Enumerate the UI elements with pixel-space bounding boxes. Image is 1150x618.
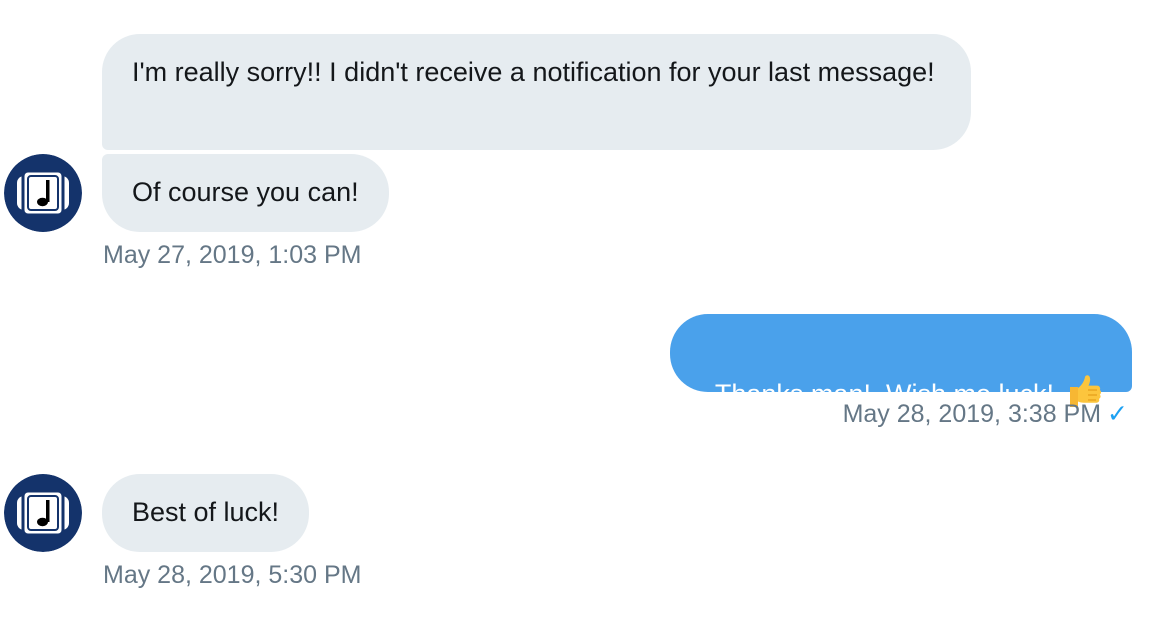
message-timestamp: May 28, 2019, 5:30 PM [103, 561, 362, 589]
message-bubble-received[interactable]: I'm really sorry!! I didn't receive a no… [102, 34, 971, 150]
contact-avatar[interactable] [4, 474, 82, 552]
message-bubble-received[interactable]: Of course you can! [102, 154, 389, 232]
message-bubble-received[interactable]: Best of luck! [102, 474, 310, 552]
read-check-icon: ✓ [1107, 400, 1128, 428]
message-bubble-sent[interactable]: Thanks man! Wish me luck! [670, 314, 1132, 409]
message-text: Best of luck! [132, 497, 280, 527]
message-timestamp: May 27, 2019, 1:03 PM [103, 241, 362, 269]
music-note-logo-icon [4, 474, 82, 552]
music-note-logo-icon [4, 154, 82, 232]
message-timestamp: May 28, 2019, 3:38 PM ✓ [842, 400, 1128, 428]
message-text: Of course you can! [132, 177, 359, 207]
contact-avatar[interactable] [4, 154, 82, 232]
message-text: I'm really sorry!! I didn't receive a no… [132, 57, 935, 87]
